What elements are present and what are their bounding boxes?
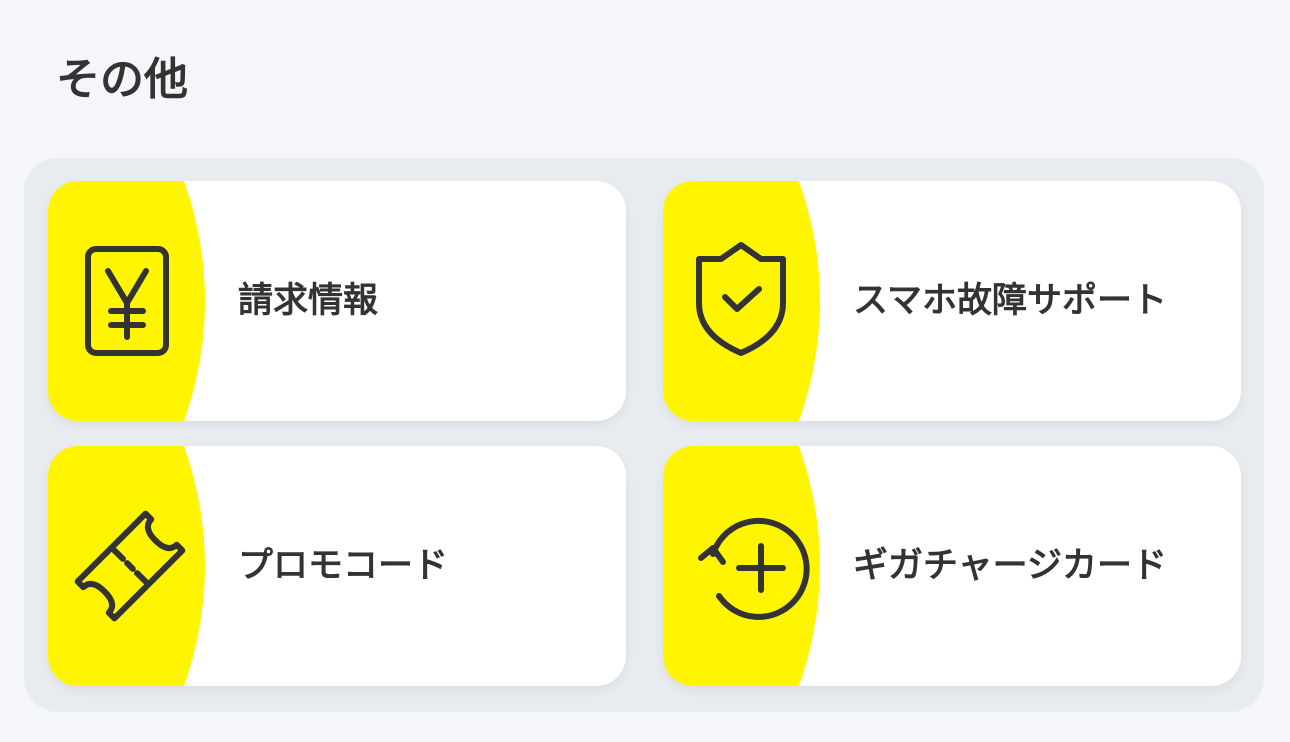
refresh-plus-icon — [698, 517, 810, 620]
card-label: 請求情報 — [238, 281, 379, 321]
yen-receipt-icon — [85, 246, 169, 356]
card-label: プロモコード — [238, 546, 449, 586]
phone-repair-support-card[interactable]: スマホ故障サポート — [663, 181, 1241, 421]
billing-info-card[interactable]: 請求情報 — [48, 181, 626, 421]
promo-code-card[interactable]: プロモコード — [48, 446, 626, 686]
ticket-icon — [74, 510, 186, 622]
giga-charge-card[interactable]: ギガチャージカード — [663, 446, 1241, 686]
section-title: その他 — [56, 54, 188, 105]
shield-check-icon — [696, 242, 786, 356]
card-label: スマホ故障サポート — [853, 281, 1167, 321]
card-label: ギガチャージカード — [853, 546, 1167, 586]
